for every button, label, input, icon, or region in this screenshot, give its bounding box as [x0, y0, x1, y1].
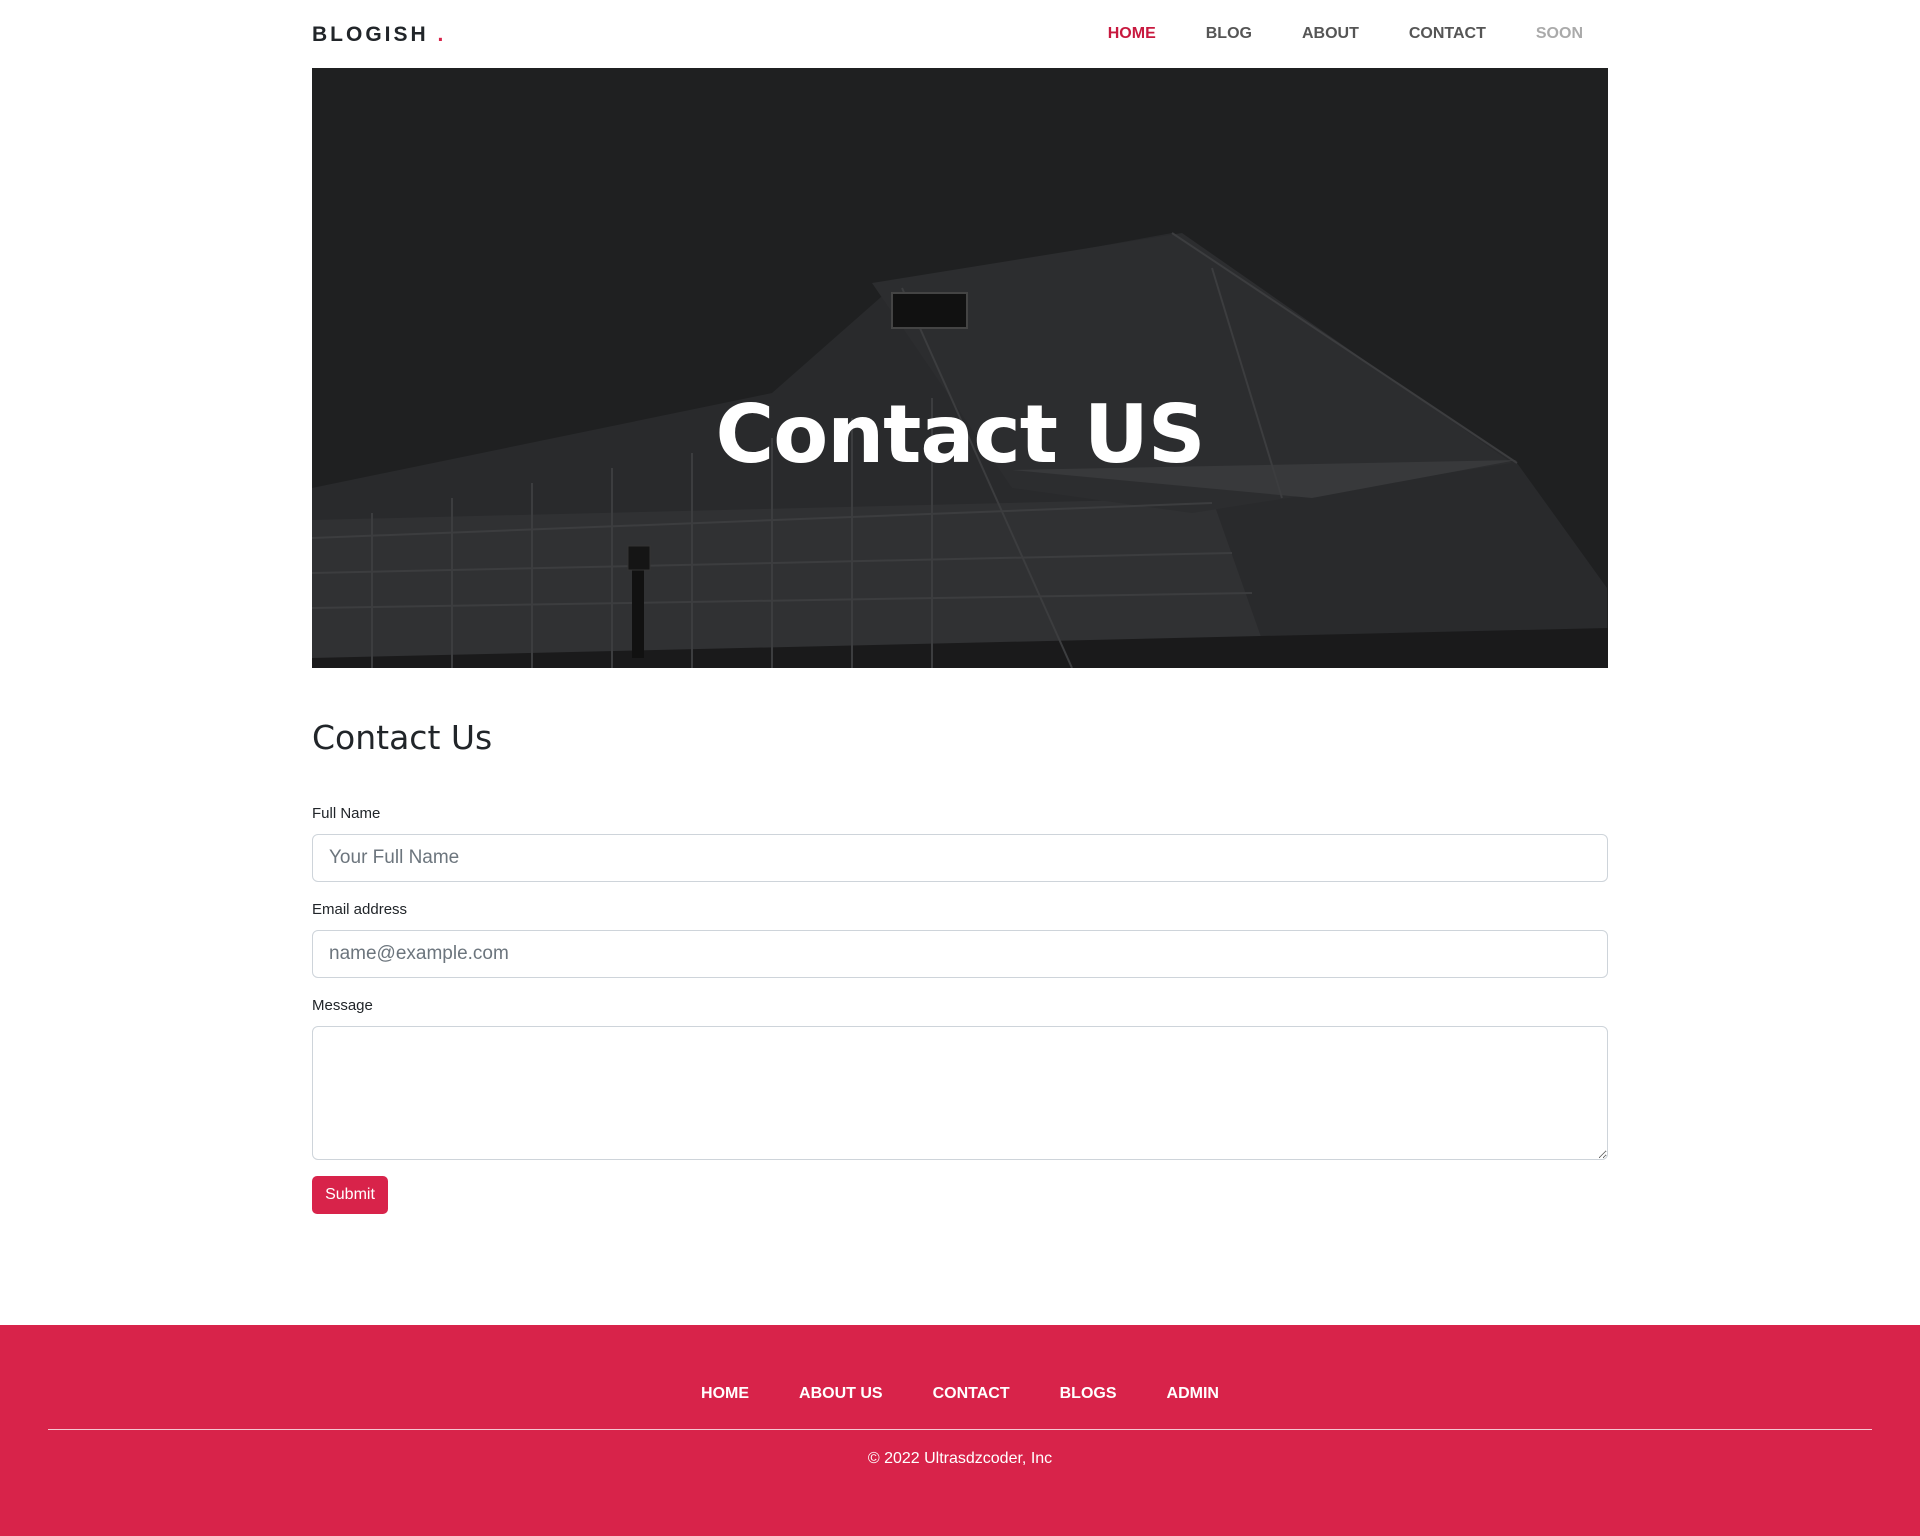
- form-title: Contact Us: [312, 718, 493, 757]
- hero-title: Contact US: [715, 388, 1206, 481]
- footer-links: HOME ABOUT US CONTACT BLOGS ADMIN: [0, 1385, 1920, 1403]
- email-input[interactable]: [312, 930, 1608, 978]
- nav-home-link[interactable]: HOME: [1083, 25, 1181, 43]
- footer-admin-link[interactable]: ADMIN: [1142, 1385, 1244, 1403]
- top-navbar: BLOGISH . HOME BLOG ABOUT CONTACT SOON: [312, 0, 1608, 68]
- nav-soon-link: SOON: [1535, 25, 1583, 42]
- hero-banner: Contact US: [312, 68, 1608, 668]
- footer-contact-link[interactable]: CONTACT: [908, 1385, 1035, 1403]
- footer-blogs-link[interactable]: BLOGS: [1035, 1385, 1142, 1403]
- email-label: Email address: [312, 901, 408, 918]
- footer-home-link[interactable]: HOME: [676, 1385, 774, 1403]
- full-name-input[interactable]: [312, 834, 1608, 882]
- brand-dot: .: [437, 23, 447, 46]
- nav-about-link[interactable]: ABOUT: [1277, 25, 1384, 43]
- brand-logo[interactable]: BLOGISH .: [312, 23, 446, 47]
- footer-divider: [48, 1429, 1872, 1430]
- nav-blog-link[interactable]: BLOG: [1181, 25, 1277, 43]
- footer-about-link[interactable]: ABOUT US: [774, 1385, 908, 1403]
- nav-contact-link[interactable]: CONTACT: [1384, 25, 1511, 43]
- submit-button[interactable]: Submit: [312, 1176, 388, 1214]
- copyright-text: © 2022 Ultrasdzcoder, Inc: [867, 1450, 1053, 1467]
- message-textarea[interactable]: [312, 1026, 1608, 1160]
- nav-links: HOME BLOG ABOUT CONTACT SOON: [1083, 0, 1608, 68]
- hero-building-image: [312, 68, 1608, 668]
- brand-name: BLOGISH: [312, 23, 429, 46]
- message-label: Message: [312, 997, 373, 1014]
- footer: HOME ABOUT US CONTACT BLOGS ADMIN © 2022…: [0, 1325, 1920, 1536]
- full-name-label: Full Name: [312, 805, 381, 822]
